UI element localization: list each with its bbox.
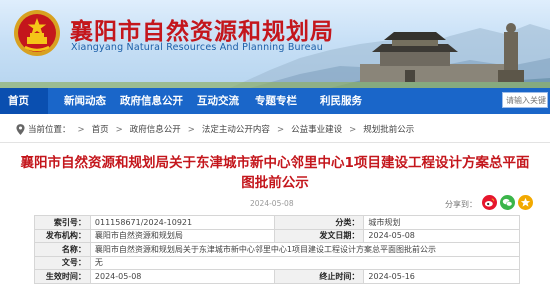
category-label: 分类：	[273, 215, 365, 230]
search-input[interactable]	[502, 92, 548, 108]
article-title: 襄阳市自然资源和规划局关于东津城市新中心邻里中心1项目建设工程设计方案总平面图批…	[20, 155, 530, 191]
breadcrumb-separator: >	[276, 125, 285, 135]
breadcrumb-info-disclosure[interactable]: 政府信息公开	[130, 123, 181, 137]
index-number-value: 011158671/2024-10921	[89, 215, 275, 230]
publisher-value: 襄阳市自然资源和规划局	[89, 228, 275, 243]
issue-date-label: 发文日期：	[273, 228, 365, 243]
nav-item-services[interactable]: 利民服务	[320, 88, 362, 114]
share-label: 分享到：	[445, 200, 477, 209]
category-value: 城市规划	[363, 215, 520, 230]
site-title: 襄阳市自然资源和规划局	[70, 19, 334, 45]
table-row: 生效时间： 2024-05-08 终止时间： 2024-05-16	[34, 269, 520, 284]
national-emblem-logo	[14, 10, 60, 56]
breadcrumb-separator: >	[115, 125, 123, 135]
expiry-date-value: 2024-05-16	[363, 269, 520, 284]
breadcrumb-public-welfare[interactable]: 公益事业建设	[291, 123, 342, 137]
nav-item-home[interactable]: 首页	[0, 88, 48, 114]
site-subtitle: Xiangyang Natural Resources And Planning…	[71, 42, 323, 53]
table-row: 索引号： 011158671/2024-10921 分类： 城市规划	[34, 215, 520, 230]
effective-date-value: 2024-05-08	[89, 269, 275, 284]
wechat-share-icon[interactable]	[500, 195, 515, 210]
nav-item-special-topics[interactable]: 专题专栏	[255, 88, 297, 114]
table-row: 名称： 襄阳市自然资源和规划局关于东津城市新中心邻里中心1项目建设工程设计方案总…	[34, 242, 521, 257]
table-row: 文号： 无	[34, 255, 521, 270]
doc-name-label: 名称：	[34, 242, 91, 257]
breadcrumb: 当前位置： > 首页 > 政府信息公开 > 法定主动公开内容 > 公益事业建设 > 规划批前公示	[16, 123, 414, 137]
doc-number-value: 无	[89, 255, 521, 270]
breadcrumb-separator: >	[77, 125, 85, 135]
document-info-table: 索引号： 011158671/2024-10921 分类： 城市规划 发布机构：…	[34, 215, 521, 284]
publisher-label: 发布机构：	[34, 228, 91, 243]
issue-date-value: 2024-05-08	[363, 228, 520, 243]
main-nav: 首页 新闻动态 政府信息公开 互动交流 专题专栏 利民服务	[0, 88, 550, 114]
breadcrumb-home[interactable]: 首页	[92, 123, 109, 137]
nav-item-info-disclosure[interactable]: 政府信息公开	[120, 88, 183, 114]
breadcrumb-prefix: 当前位置：	[28, 125, 71, 135]
article-date: 2024-05-08	[250, 199, 294, 208]
expiry-date-label: 终止时间：	[273, 269, 365, 284]
doc-number-label: 文号：	[34, 255, 91, 270]
location-pin-icon	[16, 124, 25, 135]
breadcrumb-statutory-content[interactable]: 法定主动公开内容	[202, 123, 270, 137]
breadcrumb-divider	[0, 142, 550, 143]
qzone-share-icon[interactable]	[518, 195, 533, 210]
table-row: 发布机构： 襄阳市自然资源和规划局 发文日期： 2024-05-08	[34, 228, 520, 243]
weibo-share-icon[interactable]	[482, 195, 497, 210]
nav-item-interaction[interactable]: 互动交流	[197, 88, 239, 114]
index-number-label: 索引号：	[34, 215, 91, 230]
effective-date-label: 生效时间：	[34, 269, 91, 284]
breadcrumb-separator: >	[349, 125, 357, 135]
site-header: 襄阳市自然资源和规划局 Xiangyang Natural Resources …	[0, 0, 550, 88]
breadcrumb-planning-notice[interactable]: 规划批前公示	[363, 123, 414, 137]
doc-name-value: 襄阳市自然资源和规划局关于东津城市新中心邻里中心1项目建设工程设计方案总平面图批…	[89, 242, 521, 257]
nav-item-news[interactable]: 新闻动态	[64, 88, 106, 114]
breadcrumb-separator: >	[187, 125, 195, 135]
